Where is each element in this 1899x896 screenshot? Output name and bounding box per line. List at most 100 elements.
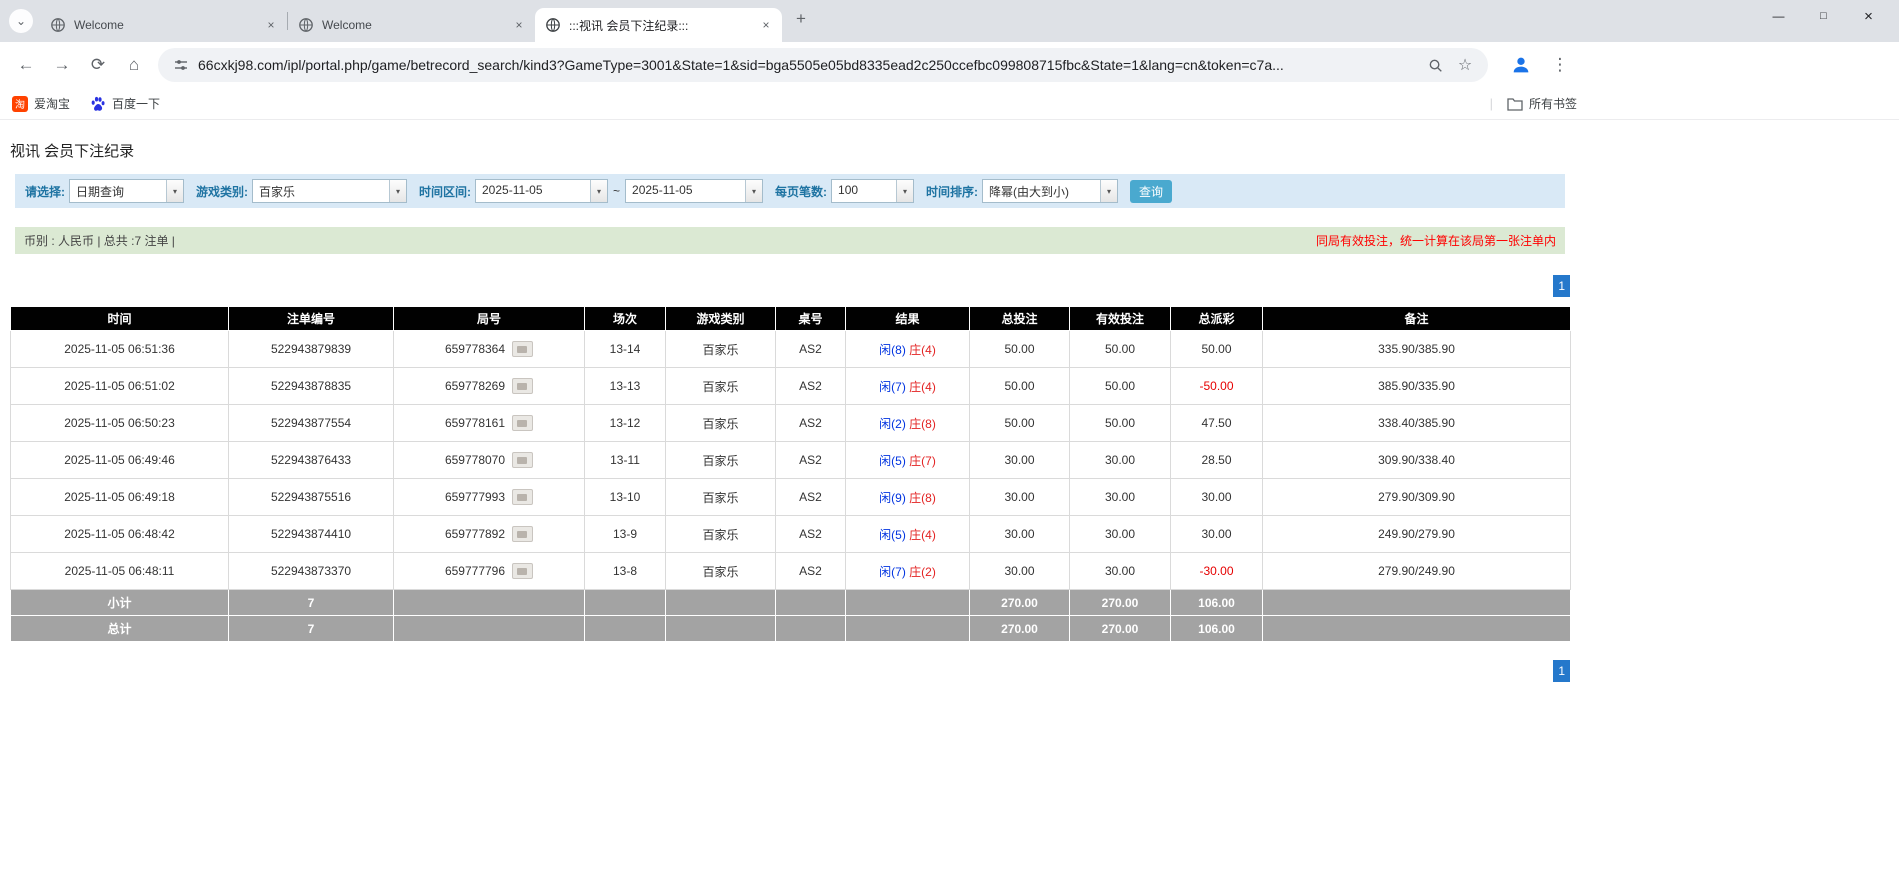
cell-time: 2025-11-05 06:49:46 (11, 442, 229, 479)
cell-session: 13-14 (585, 331, 666, 368)
chevron-down-icon[interactable]: ▾ (590, 180, 607, 202)
cell-total-bet[interactable]: 50.00 (970, 368, 1070, 405)
total-valid-bet: 270.00 (1070, 616, 1171, 642)
date-to-value: 2025-11-05 (626, 180, 745, 202)
query-button[interactable]: 查询 (1130, 180, 1172, 203)
tab-search-button[interactable]: ⌄ (9, 9, 33, 33)
cell-bet-id: 522943874410 (229, 516, 394, 553)
column-header: 桌号 (776, 307, 846, 331)
game-video-icon[interactable] (512, 341, 533, 357)
page-size-input[interactable]: 100 ▾ (831, 179, 914, 203)
subtotal-total-bet: 270.00 (970, 590, 1070, 616)
browser-menu-icon[interactable]: ⋮ (1546, 51, 1574, 79)
taobao-icon: 淘 (12, 96, 28, 112)
pagination-page-1[interactable]: 1 (1553, 660, 1570, 682)
banker-result: 庄(4) (909, 343, 936, 357)
pagination-page-1[interactable]: 1 (1553, 275, 1570, 297)
column-header: 注单编号 (229, 307, 394, 331)
cell-total-bet[interactable]: 30.00 (970, 442, 1070, 479)
tabs-container: Welcome × Welcome × :::视讯 会员下注纪录::: × + (40, 0, 814, 42)
game-video-icon[interactable] (512, 415, 533, 431)
cell-session: 13-8 (585, 553, 666, 590)
column-header: 场次 (585, 307, 666, 331)
home-button[interactable]: ⌂ (118, 49, 150, 81)
bookmarks-separator: | (1490, 96, 1493, 111)
subtotal-empty-cell (846, 590, 970, 616)
reload-button[interactable]: ⟳ (82, 49, 114, 81)
new-tab-button[interactable]: + (788, 6, 814, 32)
subtotal-empty-cell (666, 590, 776, 616)
game-video-icon[interactable] (512, 563, 533, 579)
chevron-down-icon[interactable]: ▾ (389, 180, 406, 202)
site-info-icon[interactable] (173, 57, 189, 73)
game-video-icon[interactable] (512, 378, 533, 394)
date-from-input[interactable]: 2025-11-05 ▾ (475, 179, 608, 203)
window-close-button[interactable]: × (1846, 0, 1891, 32)
chevron-down-icon[interactable]: ▾ (896, 180, 913, 202)
tab-strip: ⌄ Welcome × Welcome × :::视讯 会员下注纪录::: × … (0, 0, 1899, 42)
game-video-icon[interactable] (512, 526, 533, 542)
tab-close-icon[interactable]: × (263, 17, 279, 33)
tab-title: Welcome (74, 18, 257, 32)
cell-table-no: AS2 (776, 553, 846, 590)
cell-total-bet[interactable]: 30.00 (970, 516, 1070, 553)
cell-valid-bet: 30.00 (1070, 553, 1171, 590)
cell-table-no: AS2 (776, 331, 846, 368)
minimize-button[interactable]: — (1756, 0, 1801, 32)
chevron-down-icon[interactable]: ▾ (1100, 180, 1117, 202)
tab-welcome-1[interactable]: Welcome × (40, 8, 287, 42)
chevron-down-icon[interactable]: ▾ (745, 180, 762, 202)
browser-nav-bar: ← → ⟳ ⌂ 66cxkj98.com/ipl/portal.php/game… (0, 42, 1899, 88)
time-sort-select[interactable]: 降幂(由大到小) ▾ (982, 179, 1118, 203)
round-number: 659778269 (445, 379, 505, 393)
tab-title: :::视讯 会员下注纪录::: (569, 17, 752, 34)
sort-value: 降幂(由大到小) (983, 180, 1100, 202)
cell-table-no: AS2 (776, 368, 846, 405)
cell-payout: 30.00 (1171, 479, 1263, 516)
banker-result: 庄(8) (909, 417, 936, 431)
tab-close-icon[interactable]: × (758, 17, 774, 33)
table-row: 2025-11-05 06:51:36522943879839659778364… (11, 331, 1571, 368)
date-range-label: 时间区间: (419, 183, 471, 200)
cell-total-bet[interactable]: 50.00 (970, 331, 1070, 368)
cell-total-bet[interactable]: 50.00 (970, 405, 1070, 442)
total-count: 7 (229, 616, 394, 642)
cell-time: 2025-11-05 06:50:23 (11, 405, 229, 442)
tab-welcome-2[interactable]: Welcome × (288, 8, 535, 42)
cell-game-type: 百家乐 (666, 553, 776, 590)
forward-button[interactable]: → (46, 49, 78, 81)
url-bar[interactable]: 66cxkj98.com/ipl/portal.php/game/betreco… (158, 48, 1488, 82)
tab-bet-record[interactable]: :::视讯 会员下注纪录::: × (535, 8, 782, 42)
game-video-icon[interactable] (512, 452, 533, 468)
cell-total-bet[interactable]: 30.00 (970, 553, 1070, 590)
bookmark-aitaobao[interactable]: 淘 爱淘宝 (12, 95, 70, 112)
maximize-button[interactable]: □ (1801, 0, 1846, 32)
all-bookmarks-button[interactable]: 所有书签 (1507, 95, 1577, 112)
game-video-icon[interactable] (512, 489, 533, 505)
date-query-select[interactable]: 日期查询 ▾ (69, 179, 184, 203)
bookmark-star-icon[interactable]: ☆ (1452, 52, 1478, 78)
profile-icon[interactable] (1506, 50, 1536, 80)
cell-bet-id: 522943877554 (229, 405, 394, 442)
column-header: 备注 (1263, 307, 1571, 331)
window-controls: — □ × (1756, 0, 1891, 32)
zoom-icon[interactable] (1422, 52, 1448, 78)
banker-result: 庄(4) (909, 380, 936, 394)
date-to-input[interactable]: 2025-11-05 ▾ (625, 179, 763, 203)
globe-icon (50, 17, 66, 33)
cell-valid-bet: 30.00 (1070, 442, 1171, 479)
bookmark-baidu[interactable]: 百度一下 (90, 95, 160, 112)
table-row: 2025-11-05 06:48:11522943873370659777796… (11, 553, 1571, 590)
game-type-label: 游戏类别: (196, 183, 248, 200)
cell-total-bet[interactable]: 30.00 (970, 479, 1070, 516)
chevron-down-icon[interactable]: ▾ (166, 180, 183, 202)
tab-close-icon[interactable]: × (511, 17, 527, 33)
cell-time: 2025-11-05 06:48:11 (11, 553, 229, 590)
cell-remark: 338.40/385.90 (1263, 405, 1571, 442)
page-size-value: 100 (832, 180, 896, 202)
back-button[interactable]: ← (10, 49, 42, 81)
bookmarks-right: | 所有书签 (1490, 95, 1577, 112)
url-text[interactable]: 66cxkj98.com/ipl/portal.php/game/betreco… (198, 57, 1418, 73)
page-content: 视讯 会员下注纪录 请选择: 日期查询 ▾ 游戏类别: 百家乐 ▾ 时间区间: … (0, 140, 1899, 682)
game-type-select[interactable]: 百家乐 ▾ (252, 179, 407, 203)
